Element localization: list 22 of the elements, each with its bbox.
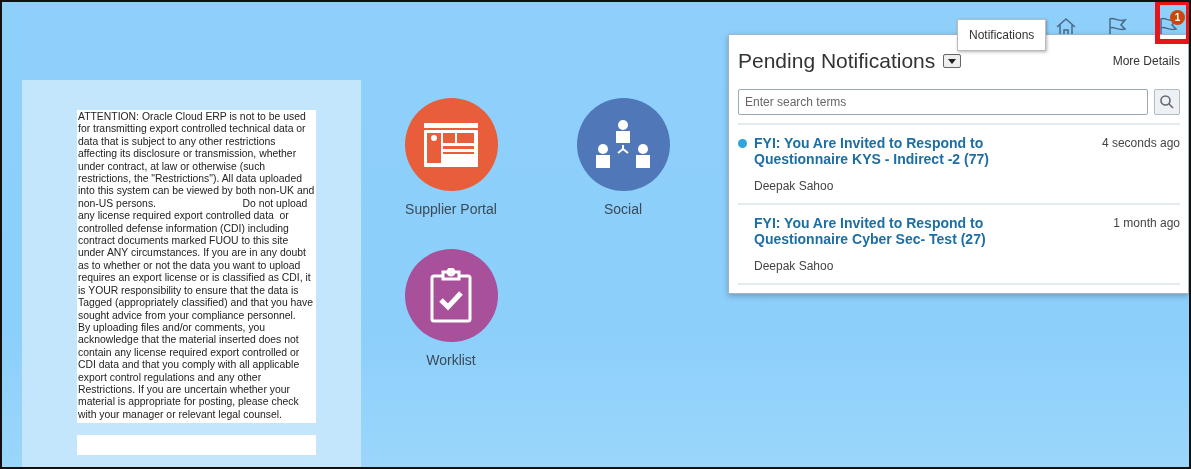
search-button[interactable] (1154, 89, 1180, 115)
notification-link[interactable]: FYI: You Are Invited to Respond to Questionnaire KYS - Indirect -2 (77) (754, 135, 1074, 167)
panel-title: Pending Notifications (738, 49, 936, 73)
search-icon (1159, 94, 1175, 110)
notification-time: 4 seconds ago (1101, 135, 1180, 152)
notification-link[interactable]: FYI: You Are Invited to Respond to Questionnaire Cyber Sec- Test (27) (754, 215, 1074, 247)
clipboard-check-icon (429, 267, 473, 324)
dropdown-button[interactable] (943, 54, 962, 68)
people-network-icon (595, 118, 651, 171)
search-field[interactable]: Enter search terms (738, 89, 1148, 115)
tooltip: Notifications (957, 19, 1047, 51)
app-label[interactable]: Social (603, 201, 643, 217)
notification-sender: Deepak Sahoo (754, 259, 835, 273)
export-warning-text: ATTENTION: Oracle Cloud ERP is not to be used for transmitting export controlled technical data or data that is subject to any other restrictions affecting its disclosure or transmission, whether under contract, at law or otherwise (such restrictions, the "Restrictions"). All data uploaded into this system can be viewed by both non-UK and non-US persons. Do not upload any license required export controlled data or controlled defense information (CDI) including contract documents marked FUOU to this site under ANY circumstances. If you are in any doubt as to whether or not the data you want to upload requires an export license or is classified as CDI, it is YOUR responsibility to ensure that the data is Tagged (appropriately classified) and that you have sought advice from your compliance personnel. By uploading files and/or comments, you acknowledge that the material inserted does not contain any license required export controlled or CDI data and that you comply with all applicable export control regulations and any other Restrictions. If you are uncertain whether your material is appropriate for posting, please check with your manager or relevant legal counsel. (77, 110, 316, 424)
dashboard-icon (424, 122, 478, 167)
more-details-link[interactable]: More Details (1112, 54, 1180, 68)
app-label[interactable]: Worklist (426, 352, 476, 368)
caret-icon (948, 58, 957, 64)
notification-sender: Deepak Sahoo (754, 179, 835, 193)
app-label[interactable]: Supplier Portal (405, 201, 497, 217)
count-badge: 1 (1170, 10, 1185, 25)
notification-time: 1 month ago (1113, 215, 1180, 232)
